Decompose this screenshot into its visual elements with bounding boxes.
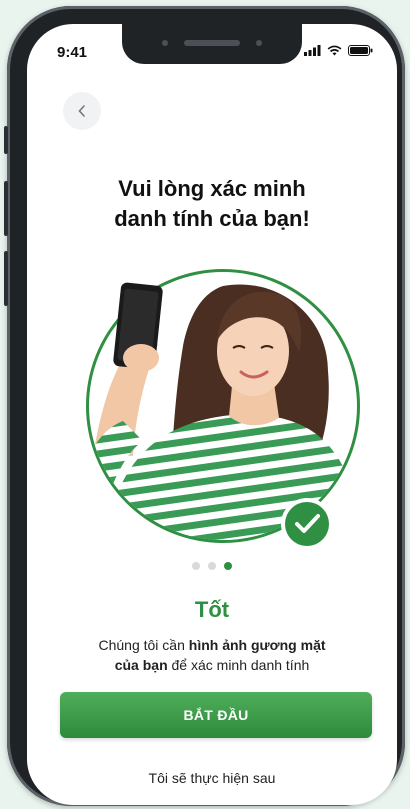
mute-switch bbox=[4, 126, 8, 154]
page-title: Vui lòng xác minh danh tính của bạn! bbox=[114, 176, 310, 231]
skip-link[interactable]: Tôi sẽ thực hiện sau bbox=[27, 770, 397, 786]
status-subtitle: Tốt bbox=[194, 597, 230, 622]
start-button[interactable]: BẮT ĐẦU bbox=[60, 692, 372, 738]
chevron-left-icon bbox=[78, 105, 85, 117]
signal-icon bbox=[304, 45, 321, 56]
page-dot-2[interactable] bbox=[208, 562, 216, 570]
volume-up-button bbox=[4, 181, 8, 236]
description-bold1: hình ảnh gương mặt bbox=[188, 637, 326, 653]
status-icons bbox=[304, 45, 373, 56]
description-bold2: của bạn bbox=[114, 657, 168, 673]
screen: 9:41 Vui lòng xác minh danh tính của bạn… bbox=[27, 24, 397, 805]
description-part1: Chúng tôi cần bbox=[98, 637, 189, 653]
description-text: Chúng tôi cần hình ảnh gương mặt của bạn… bbox=[57, 635, 367, 675]
description-part2: để xác minh danh tính bbox=[167, 657, 310, 673]
page-dot-3-active[interactable] bbox=[224, 562, 232, 570]
battery-icon bbox=[348, 45, 373, 56]
wifi-icon bbox=[327, 45, 342, 56]
volume-down-button bbox=[4, 251, 8, 306]
page-indicator bbox=[27, 562, 397, 570]
back-button[interactable] bbox=[63, 92, 101, 130]
phone-frame: 9:41 Vui lòng xác minh danh tính của bạn… bbox=[4, 6, 405, 806]
check-badge bbox=[281, 498, 333, 550]
page-dot-1[interactable] bbox=[192, 562, 200, 570]
hero-illustration bbox=[86, 269, 360, 550]
notch bbox=[122, 24, 302, 64]
status-time: 9:41 bbox=[57, 44, 88, 61]
